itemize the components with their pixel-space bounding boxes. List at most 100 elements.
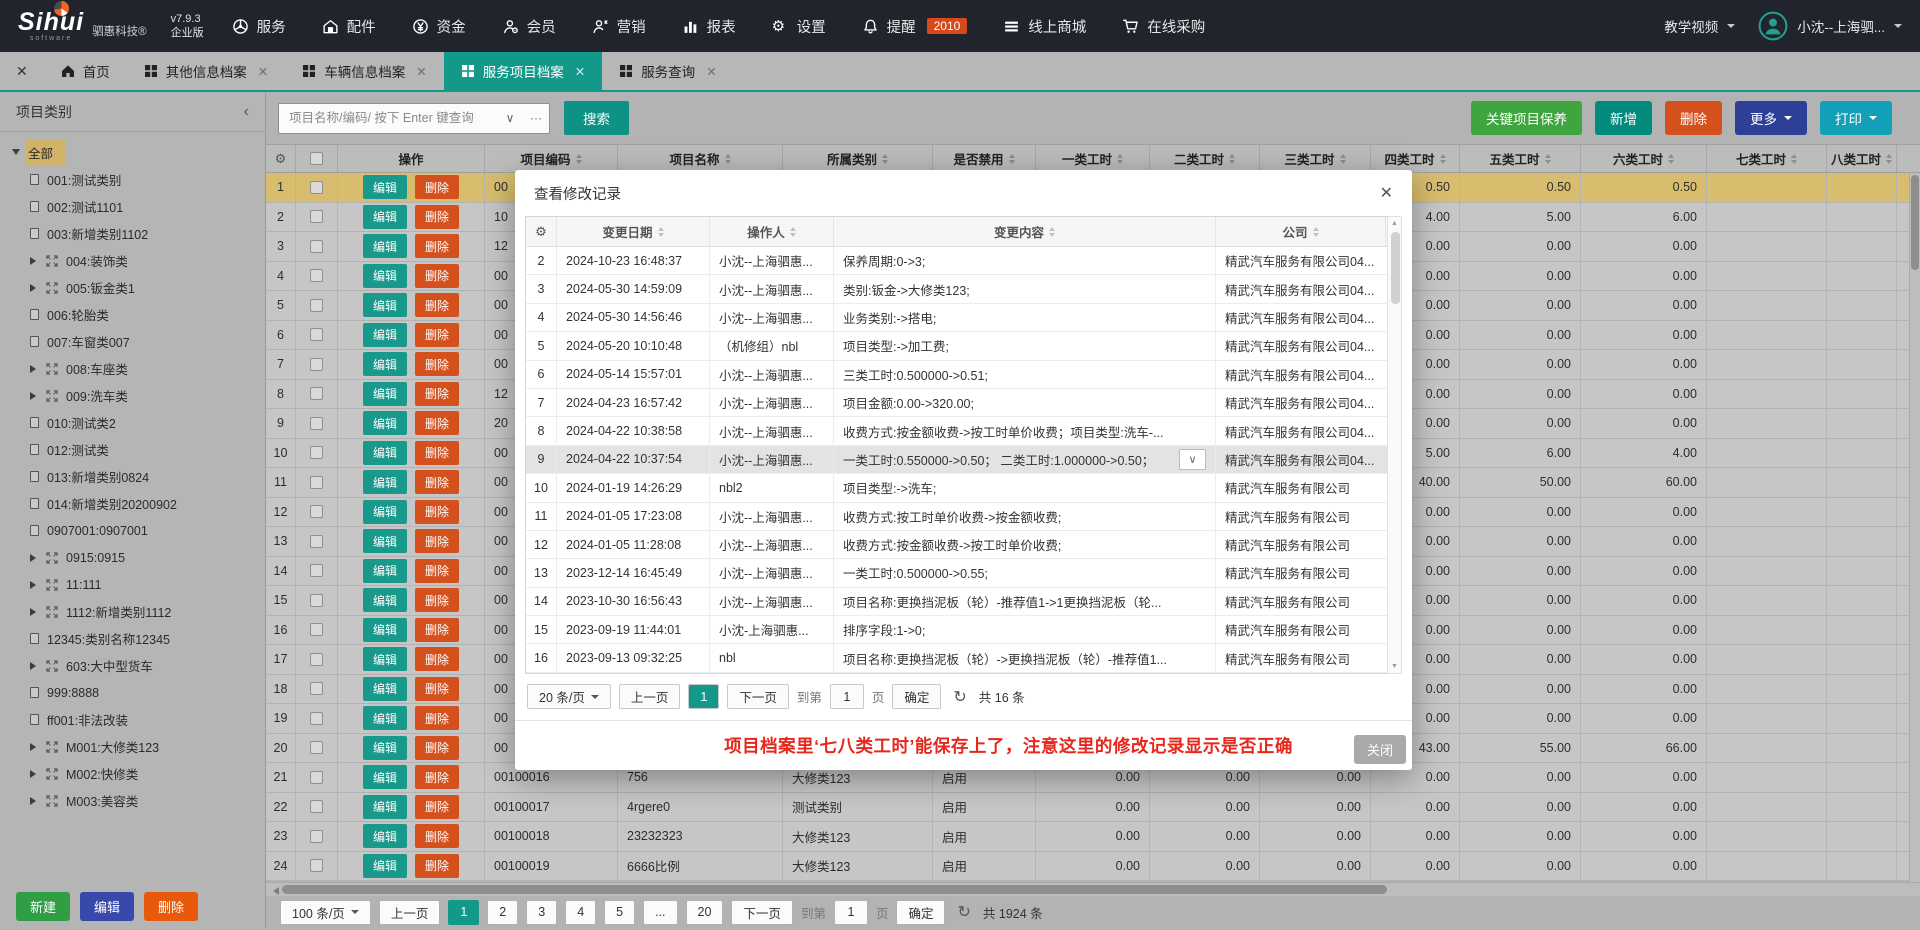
- column-header[interactable]: 所属类别: [783, 145, 933, 172]
- sort-icon[interactable]: [725, 154, 731, 164]
- table-row[interactable]: 22编辑删除001000174rgere0测试类别启用0.000.000.000…: [266, 793, 1920, 823]
- row-edit-button[interactable]: 编辑: [363, 706, 407, 730]
- modal-table-row[interactable]: 132023-12-14 16:45:49小沈--上海驷惠...一类工时:0.5…: [526, 559, 1401, 587]
- row-edit-button[interactable]: 编辑: [363, 352, 407, 376]
- sidebar-collapse-icon[interactable]: ‹: [244, 103, 249, 121]
- sort-icon[interactable]: [1668, 154, 1674, 164]
- page-button[interactable]: 5: [604, 900, 635, 925]
- row-delete-button[interactable]: 删除: [415, 618, 459, 642]
- row-checkbox[interactable]: [310, 210, 323, 223]
- sort-icon[interactable]: [882, 154, 888, 164]
- nav-item-5[interactable]: 营销: [592, 16, 646, 37]
- caret-right-icon[interactable]: [30, 581, 40, 589]
- select-all-checkbox[interactable]: [310, 152, 323, 165]
- row-delete-button[interactable]: 删除: [415, 500, 459, 524]
- caret-right-icon[interactable]: [30, 284, 40, 292]
- tree-item[interactable]: 003:新增类别1102: [0, 220, 265, 247]
- row-edit-button[interactable]: 编辑: [363, 234, 407, 258]
- goto-page-input[interactable]: 1: [834, 900, 868, 925]
- tree-item[interactable]: ff001:非法改装: [0, 706, 265, 733]
- modal-table-row[interactable]: 112024-01-05 17:23:08小沈--上海驷惠...收费方式:按工时…: [526, 503, 1401, 531]
- page-button[interactable]: 4: [565, 900, 596, 925]
- caret-right-icon[interactable]: [30, 608, 40, 616]
- tab-home[interactable]: 首页: [44, 52, 127, 90]
- row-delete-button[interactable]: 删除: [415, 824, 459, 848]
- tree-item[interactable]: 012:测试类: [0, 436, 265, 463]
- row-delete-button[interactable]: 删除: [415, 234, 459, 258]
- modal-table-row[interactable]: 42024-05-30 14:56:46小沈--上海驷惠...业务类别:->搭电…: [526, 304, 1401, 332]
- sort-icon[interactable]: [1229, 154, 1235, 164]
- row-checkbox[interactable]: [310, 830, 323, 843]
- tree-item[interactable]: 002:测试1101: [0, 193, 265, 220]
- tree-item[interactable]: 009:洗车类: [0, 382, 265, 409]
- row-delete-button[interactable]: 删除: [415, 470, 459, 494]
- goto-confirm-button[interactable]: 确定: [896, 900, 945, 925]
- nav-item-10[interactable]: 在线采购: [1122, 16, 1205, 37]
- scroll-down-arrow-icon[interactable]: ▼: [1391, 663, 1398, 670]
- modal-table-row[interactable]: 102024-01-19 14:26:29nbl2项目类型:->洗车;精武汽车服…: [526, 474, 1401, 502]
- tab-item-2[interactable]: 车辆信息档案✕: [285, 52, 443, 90]
- row-delete-button[interactable]: 删除: [415, 264, 459, 288]
- vertical-scrollbar[interactable]: [1909, 173, 1920, 882]
- modal-column-header[interactable]: 变更内容: [834, 217, 1216, 246]
- page-button[interactable]: ...: [643, 900, 677, 925]
- row-checkbox[interactable]: [310, 328, 323, 341]
- modal-column-header[interactable]: 变更日期: [557, 217, 710, 246]
- tab-close-icon[interactable]: ✕: [258, 64, 268, 79]
- row-delete-button[interactable]: 删除: [415, 647, 459, 671]
- sort-icon[interactable]: [1117, 154, 1123, 164]
- close-all-tabs-icon[interactable]: ✕: [0, 52, 44, 90]
- toolbar-action-4[interactable]: 更多: [1735, 101, 1807, 135]
- row-delete-button[interactable]: 删除: [415, 529, 459, 553]
- row-edit-button[interactable]: 编辑: [363, 559, 407, 583]
- caret-right-icon[interactable]: [30, 770, 40, 778]
- tab-item-1[interactable]: 其他信息档案✕: [127, 52, 285, 90]
- row-checkbox[interactable]: [310, 505, 323, 518]
- scroll-left-arrow-icon[interactable]: [269, 887, 279, 895]
- tree-item[interactable]: 603:大中型货车: [0, 652, 265, 679]
- table-row[interactable]: 23编辑删除0010001823232323大修类123启用0.000.000.…: [266, 822, 1920, 852]
- tree-item[interactable]: 0915:0915: [0, 544, 265, 571]
- column-header[interactable]: 二类工时: [1150, 145, 1260, 172]
- row-edit-button[interactable]: 编辑: [363, 411, 407, 435]
- row-edit-button[interactable]: 编辑: [363, 677, 407, 701]
- hscroll-thumb[interactable]: [282, 885, 1387, 894]
- tab-close-icon[interactable]: ✕: [575, 64, 585, 79]
- modal-column-settings[interactable]: ⚙: [526, 217, 557, 246]
- row-checkbox[interactable]: [310, 771, 323, 784]
- modal-table-row[interactable]: 92024-04-22 10:37:54小沈--上海驷惠...一类工时:0.55…: [526, 446, 1401, 474]
- tree-item[interactable]: 全部: [0, 139, 265, 166]
- row-checkbox[interactable]: [310, 299, 323, 312]
- tab-item-4[interactable]: 服务查询✕: [602, 52, 733, 90]
- nav-item-6[interactable]: 报表: [682, 16, 736, 37]
- tree-item[interactable]: 007:车窗类007: [0, 328, 265, 355]
- sort-icon[interactable]: [790, 227, 796, 237]
- prev-page-button[interactable]: 上一页: [379, 900, 441, 925]
- nav-item-7[interactable]: ⚙设置: [772, 16, 826, 37]
- tree-item[interactable]: 001:测试类别: [0, 166, 265, 193]
- row-checkbox[interactable]: [310, 240, 323, 253]
- column-header[interactable]: 一类工时: [1036, 145, 1150, 172]
- row-edit-button[interactable]: 编辑: [363, 470, 407, 494]
- modal-table-row[interactable]: 62024-05-14 15:57:01小沈--上海驷惠...三类工时:0.50…: [526, 361, 1401, 389]
- caret-right-icon[interactable]: [30, 662, 40, 670]
- column-header[interactable]: 项目编码: [485, 145, 618, 172]
- expand-row-chevron-icon[interactable]: ∨: [1179, 449, 1206, 470]
- caret-right-icon[interactable]: [30, 743, 40, 751]
- row-delete-button[interactable]: 删除: [415, 323, 459, 347]
- sort-icon[interactable]: [576, 154, 582, 164]
- row-edit-button[interactable]: 编辑: [363, 618, 407, 642]
- tree-item[interactable]: 014:新增类别20200902: [0, 490, 265, 517]
- horizontal-scrollbar[interactable]: [266, 882, 1920, 896]
- row-delete-button[interactable]: 删除: [415, 411, 459, 435]
- modal-close-button[interactable]: 关闭: [1354, 735, 1406, 764]
- tree-item[interactable]: 999:8888: [0, 679, 265, 706]
- nav-item-1[interactable]: 服务: [232, 16, 286, 37]
- modal-table-row[interactable]: 32024-05-30 14:59:09小沈--上海驷惠...类别:钣金->大修…: [526, 275, 1401, 303]
- caret-down-icon[interactable]: [12, 149, 20, 159]
- scroll-up-arrow-icon[interactable]: ▲: [1391, 220, 1398, 227]
- tree-item[interactable]: 008:车座类: [0, 355, 265, 382]
- row-edit-button[interactable]: 编辑: [363, 293, 407, 317]
- row-edit-button[interactable]: 编辑: [363, 382, 407, 406]
- next-page-button[interactable]: 下一页: [731, 900, 793, 925]
